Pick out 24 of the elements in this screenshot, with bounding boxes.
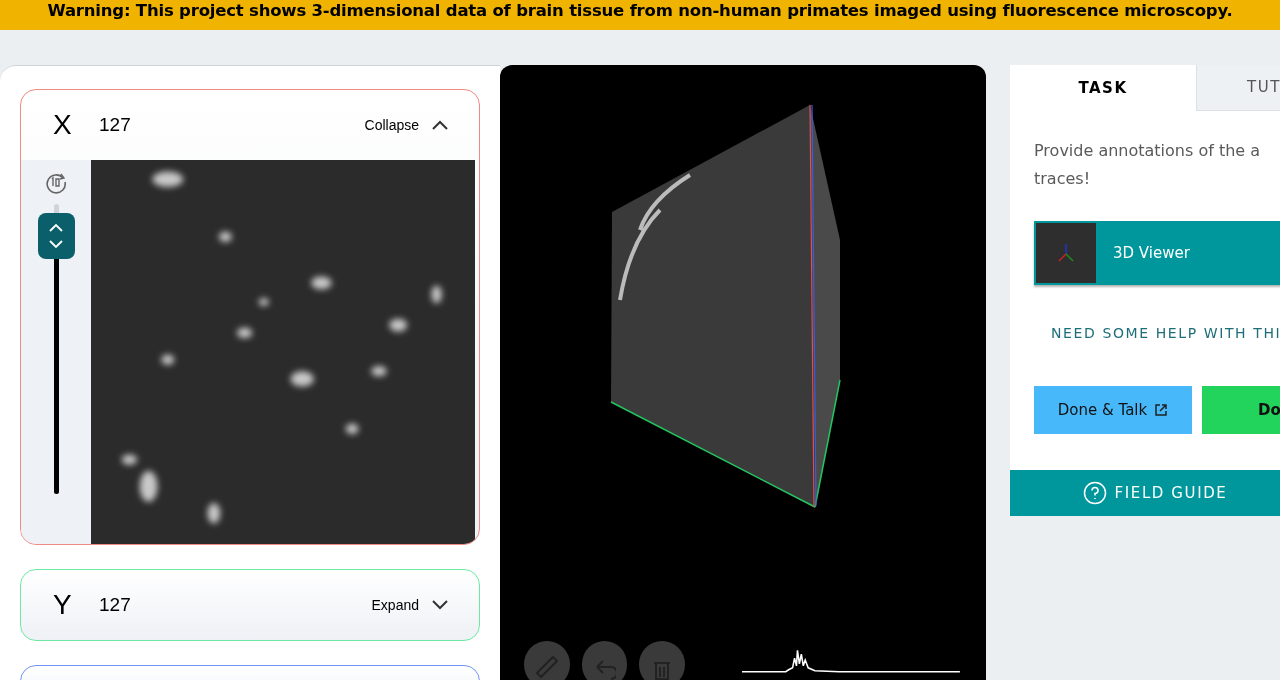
slider-handle[interactable]: [37, 212, 75, 259]
field-guide-button[interactable]: FIELD GUIDE: [1010, 470, 1280, 516]
tab[interactable]: TUT: [1196, 65, 1280, 111]
trash-tool-button[interactable]: [639, 641, 686, 680]
axis-label: X: [53, 108, 73, 142]
pencil-icon: [535, 655, 558, 680]
help-icon: [1082, 481, 1107, 505]
done-button[interactable]: Do: [1202, 386, 1280, 434]
undo-tool-button[interactable]: [581, 641, 628, 680]
tool-option[interactable]: 3D Viewer: [1034, 221, 1280, 285]
help-link[interactable]: NEED SOME HELP WITH THI: [1051, 323, 1280, 344]
chevron-up-icon: [431, 119, 449, 131]
pencil-tool-button[interactable]: [524, 641, 570, 680]
external-link-icon: [1154, 403, 1169, 417]
warning-text: Warning: This project shows 3-dimensional data of brain tissue from non-human primates imaged using fluorescence microscopy.: [47, 2, 1233, 19]
done-and-talk-button[interactable]: Done & Talk: [1034, 386, 1192, 434]
axes-icon: [1056, 242, 1076, 264]
toggle-button[interactable]: Expand: [371, 594, 449, 616]
slice-value: 127: [99, 112, 131, 137]
task-instruction: Provide annotations of the a traces!: [1034, 140, 1262, 190]
slice-value: 127: [99, 592, 131, 617]
axis-label: Y: [53, 588, 73, 622]
toggle-button[interactable]: Collapse: [364, 114, 449, 136]
chevron-down-icon: [431, 599, 449, 611]
